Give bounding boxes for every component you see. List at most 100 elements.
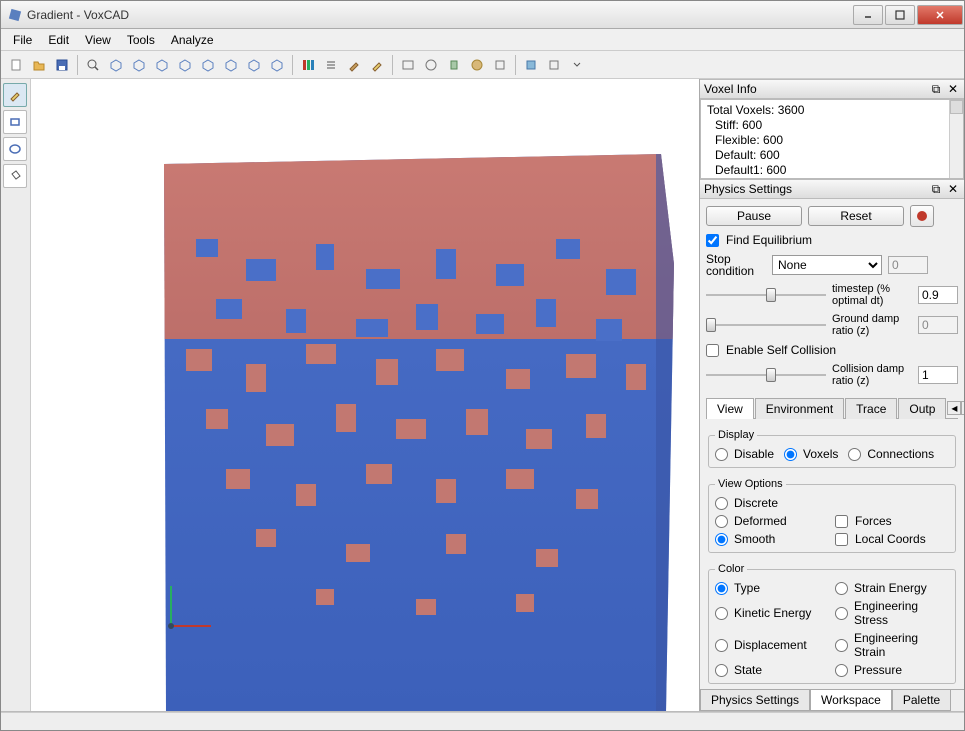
tool-f-icon[interactable]	[520, 54, 542, 76]
stop-condition-select[interactable]: None	[772, 255, 882, 275]
tab-output[interactable]: Outp	[898, 398, 946, 419]
voxel-info-header: Voxel Info ⧉ ✕	[700, 79, 964, 99]
btm-tab-palette[interactable]: Palette	[892, 690, 951, 711]
3d-viewport[interactable]	[31, 79, 699, 711]
pause-button[interactable]: Pause	[706, 206, 802, 226]
tool-e-icon[interactable]	[489, 54, 511, 76]
voxel-info-title: Voxel Info	[704, 82, 757, 96]
record-button[interactable]	[910, 205, 934, 227]
color-type-radio[interactable]: Type	[715, 581, 829, 595]
color-eng-stress-radio[interactable]: Engineering Stress	[835, 599, 949, 627]
rect-tool-icon[interactable]	[3, 110, 27, 134]
undock-icon[interactable]: ⧉	[929, 182, 943, 196]
dropdown-arrow-icon[interactable]	[566, 54, 588, 76]
cube8-icon[interactable]	[266, 54, 288, 76]
cube6-icon[interactable]	[220, 54, 242, 76]
cube4-icon[interactable]	[174, 54, 196, 76]
list-icon[interactable]	[320, 54, 342, 76]
btm-tab-workspace[interactable]: Workspace	[810, 690, 892, 711]
cube5-icon[interactable]	[197, 54, 219, 76]
btm-tab-physics[interactable]: Physics Settings	[700, 690, 810, 711]
find-equilibrium-checkbox[interactable]: Find Equilibrium	[706, 233, 958, 247]
voxel-info-line: Default: 600	[707, 148, 804, 163]
color-eng-strain-radio[interactable]: Engineering Strain	[835, 631, 949, 659]
color-strain-energy-radio[interactable]: Strain Energy	[835, 581, 949, 595]
info-scrollbar[interactable]	[949, 100, 963, 178]
ground-damp-field[interactable]	[918, 316, 958, 334]
pencil-tool-icon[interactable]	[3, 83, 27, 107]
record-icon	[917, 211, 927, 221]
minimize-button[interactable]	[853, 5, 883, 25]
palette-icon[interactable]	[297, 54, 319, 76]
voxel-info-body: Total Voxels: 3600 Stiff: 600 Flexible: …	[700, 99, 964, 179]
physics-tabs: View Environment Trace Outp ◂▸	[706, 397, 958, 419]
timestep-slider[interactable]	[706, 286, 826, 304]
tool-a-icon[interactable]	[397, 54, 419, 76]
cube-icon[interactable]	[105, 54, 127, 76]
panel-close-icon[interactable]: ✕	[946, 82, 960, 96]
voxel-info-line: Stiff: 600	[707, 118, 804, 133]
display-voxels-radio[interactable]: Voxels	[784, 447, 838, 461]
close-button[interactable]	[917, 5, 963, 25]
tab-scroll-right-icon[interactable]: ▸	[961, 401, 964, 415]
voxel-info-line: Default1: 600	[707, 163, 804, 178]
tab-trace[interactable]: Trace	[845, 398, 897, 419]
open-file-icon[interactable]	[28, 54, 50, 76]
view-deformed-radio[interactable]: Deformed	[715, 514, 829, 528]
tab-environment[interactable]: Environment	[755, 398, 844, 419]
pencil-icon[interactable]	[366, 54, 388, 76]
tab-view[interactable]: View	[706, 398, 754, 419]
view-options-legend: View Options	[715, 478, 786, 490]
new-file-icon[interactable]	[5, 54, 27, 76]
tool-b-icon[interactable]	[420, 54, 442, 76]
ellipse-tool-icon[interactable]	[3, 137, 27, 161]
forces-checkbox[interactable]: Forces	[835, 514, 949, 528]
display-disable-radio[interactable]: Disable	[715, 447, 774, 461]
bucket-tool-icon[interactable]	[3, 164, 27, 188]
collision-damp-label: Collision damp ratio (z)	[832, 363, 912, 387]
color-displacement-radio[interactable]: Displacement	[715, 631, 829, 659]
voxel-render	[156, 149, 676, 711]
self-collision-checkbox[interactable]: Enable Self Collision	[706, 343, 958, 357]
ground-damp-slider[interactable]	[706, 316, 826, 334]
collision-damp-field[interactable]	[918, 366, 958, 384]
color-group: Color Type Strain Energy Kinetic Energy …	[708, 563, 956, 684]
menu-view[interactable]: View	[77, 31, 119, 49]
menubar: File Edit View Tools Analyze	[1, 29, 964, 51]
color-kinetic-radio[interactable]: Kinetic Energy	[715, 599, 829, 627]
tool-g-icon[interactable]	[543, 54, 565, 76]
panel-close-icon[interactable]: ✕	[946, 182, 960, 196]
physics-title: Physics Settings	[704, 182, 792, 196]
local-coords-checkbox[interactable]: Local Coords	[835, 532, 949, 546]
timestep-field[interactable]	[918, 286, 958, 304]
color-pressure-radio[interactable]: Pressure	[835, 663, 949, 677]
reset-button[interactable]: Reset	[808, 206, 904, 226]
cube7-icon[interactable]	[243, 54, 265, 76]
tool-c-icon[interactable]	[443, 54, 465, 76]
zoom-icon[interactable]	[82, 54, 104, 76]
display-connections-radio[interactable]: Connections	[848, 447, 934, 461]
cube2-icon[interactable]	[128, 54, 150, 76]
save-icon[interactable]	[51, 54, 73, 76]
color-state-radio[interactable]: State	[715, 663, 829, 677]
maximize-button[interactable]	[885, 5, 915, 25]
tab-scroll-left-icon[interactable]: ◂	[947, 401, 961, 415]
stop-condition-field[interactable]	[888, 256, 928, 274]
view-discrete-radio[interactable]: Discrete	[715, 496, 829, 510]
cube3-icon[interactable]	[151, 54, 173, 76]
collision-damp-slider[interactable]	[706, 366, 826, 384]
menu-edit[interactable]: Edit	[40, 31, 77, 49]
bottom-tabs: Physics Settings Workspace Palette	[700, 689, 964, 711]
axis-gizmo-icon	[161, 576, 221, 636]
color-legend: Color	[715, 563, 747, 575]
undock-icon[interactable]: ⧉	[929, 82, 943, 96]
display-legend: Display	[715, 429, 757, 441]
menu-tools[interactable]: Tools	[119, 31, 163, 49]
view-smooth-radio[interactable]: Smooth	[715, 532, 829, 546]
timestep-label: timestep (% optimal dt)	[832, 283, 912, 307]
tool-d-icon[interactable]	[466, 54, 488, 76]
left-toolbar	[1, 79, 31, 711]
brush-icon[interactable]	[343, 54, 365, 76]
menu-analyze[interactable]: Analyze	[163, 31, 222, 49]
menu-file[interactable]: File	[5, 31, 40, 49]
